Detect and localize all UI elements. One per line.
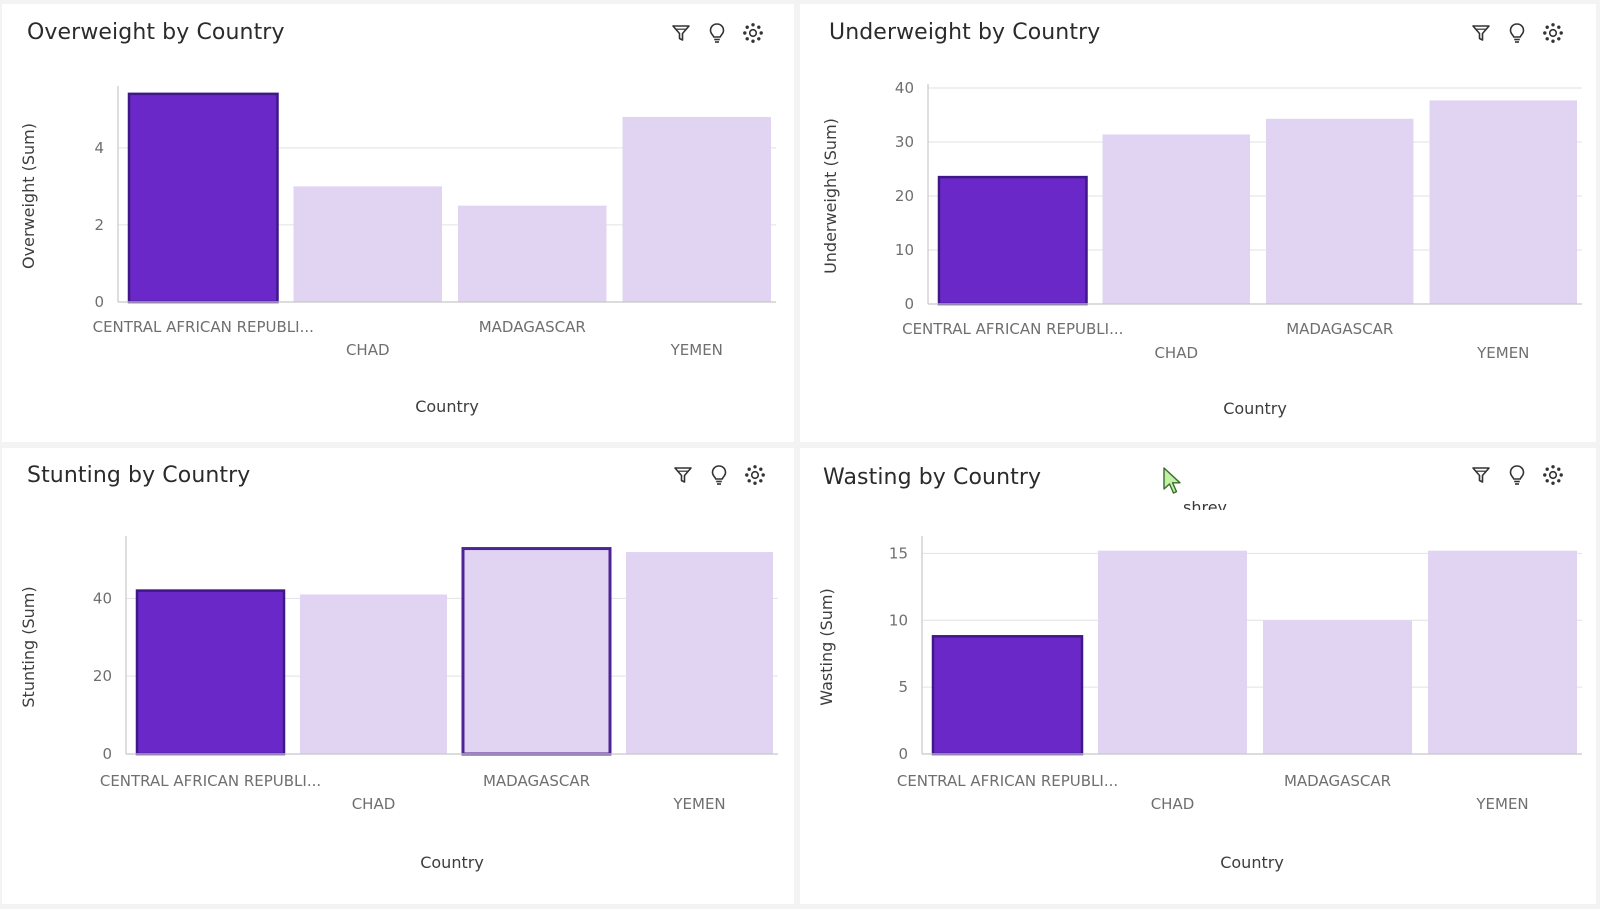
bar-chad[interactable] [1098, 550, 1247, 754]
x-tick-label: CHAD [1151, 795, 1195, 813]
bar-yemen[interactable] [1428, 550, 1577, 754]
dashboard-canvas: Overweight by Country 0 2 4 CENTRAL AFRICAN… [0, 0, 1600, 909]
x-tick-label: YEMEN [1475, 795, 1528, 813]
bar-chart-wasting: 0 5 10 15 CENTRAL AFRICAN REPUBLI... CHAD MADA… [817, 536, 1582, 872]
y-tick-label: 0 [898, 745, 908, 763]
bar-central-african-republi[interactable] [931, 635, 1084, 756]
y-tick-label: 10 [889, 611, 908, 629]
mouse-cursor: shrey [1162, 466, 1232, 510]
x-tick-label: MADAGASCAR [1284, 772, 1391, 790]
x-axis-title: Country [1220, 853, 1284, 872]
bar-madagascar[interactable] [1263, 620, 1412, 754]
y-axis-title: Wasting (Sum) [817, 588, 836, 705]
cursor-arrow-icon [1163, 467, 1181, 494]
y-tick-label: 5 [898, 678, 908, 696]
x-tick-label: CENTRAL AFRICAN REPUBLI... [897, 772, 1118, 790]
y-tick-label: 15 [889, 544, 908, 562]
cursor-name-tag: shrey [1183, 498, 1228, 510]
